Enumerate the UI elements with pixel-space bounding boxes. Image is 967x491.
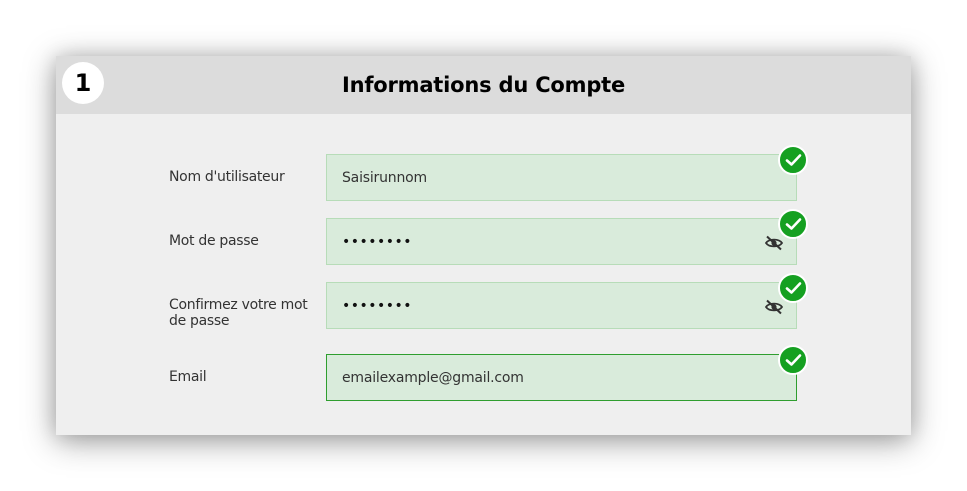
username-value: Saisirunnom [342, 170, 427, 186]
confirm-password-value: •••••••• [342, 298, 413, 314]
confirm-password-valid-check-icon [778, 273, 808, 303]
email-field[interactable]: emailexample@gmail.com [326, 354, 797, 401]
password-label: Mot de passe [169, 233, 259, 249]
username-label: Nom d'utilisateur [169, 169, 285, 185]
section-title: Informations du Compte [341, 73, 626, 97]
email-valid-check-icon [778, 345, 808, 375]
confirm-password-label: Confirmez votre mot de passe [169, 297, 308, 329]
password-valid-check-icon [778, 209, 808, 239]
eye-slash-icon[interactable] [764, 235, 784, 251]
password-field[interactable]: •••••••• [326, 218, 797, 265]
username-field[interactable]: Saisirunnom [326, 154, 797, 201]
email-label: Email [169, 369, 207, 385]
confirm-password-field[interactable]: •••••••• [326, 282, 797, 329]
card-header: 1 Informations du Compte [56, 56, 911, 114]
email-value: emailexample@gmail.com [342, 370, 524, 386]
account-info-card: 1 Informations du Compte Nom d'utilisate… [56, 56, 911, 435]
username-valid-check-icon [778, 145, 808, 175]
eye-slash-icon[interactable] [764, 299, 784, 315]
password-value: •••••••• [342, 234, 413, 250]
